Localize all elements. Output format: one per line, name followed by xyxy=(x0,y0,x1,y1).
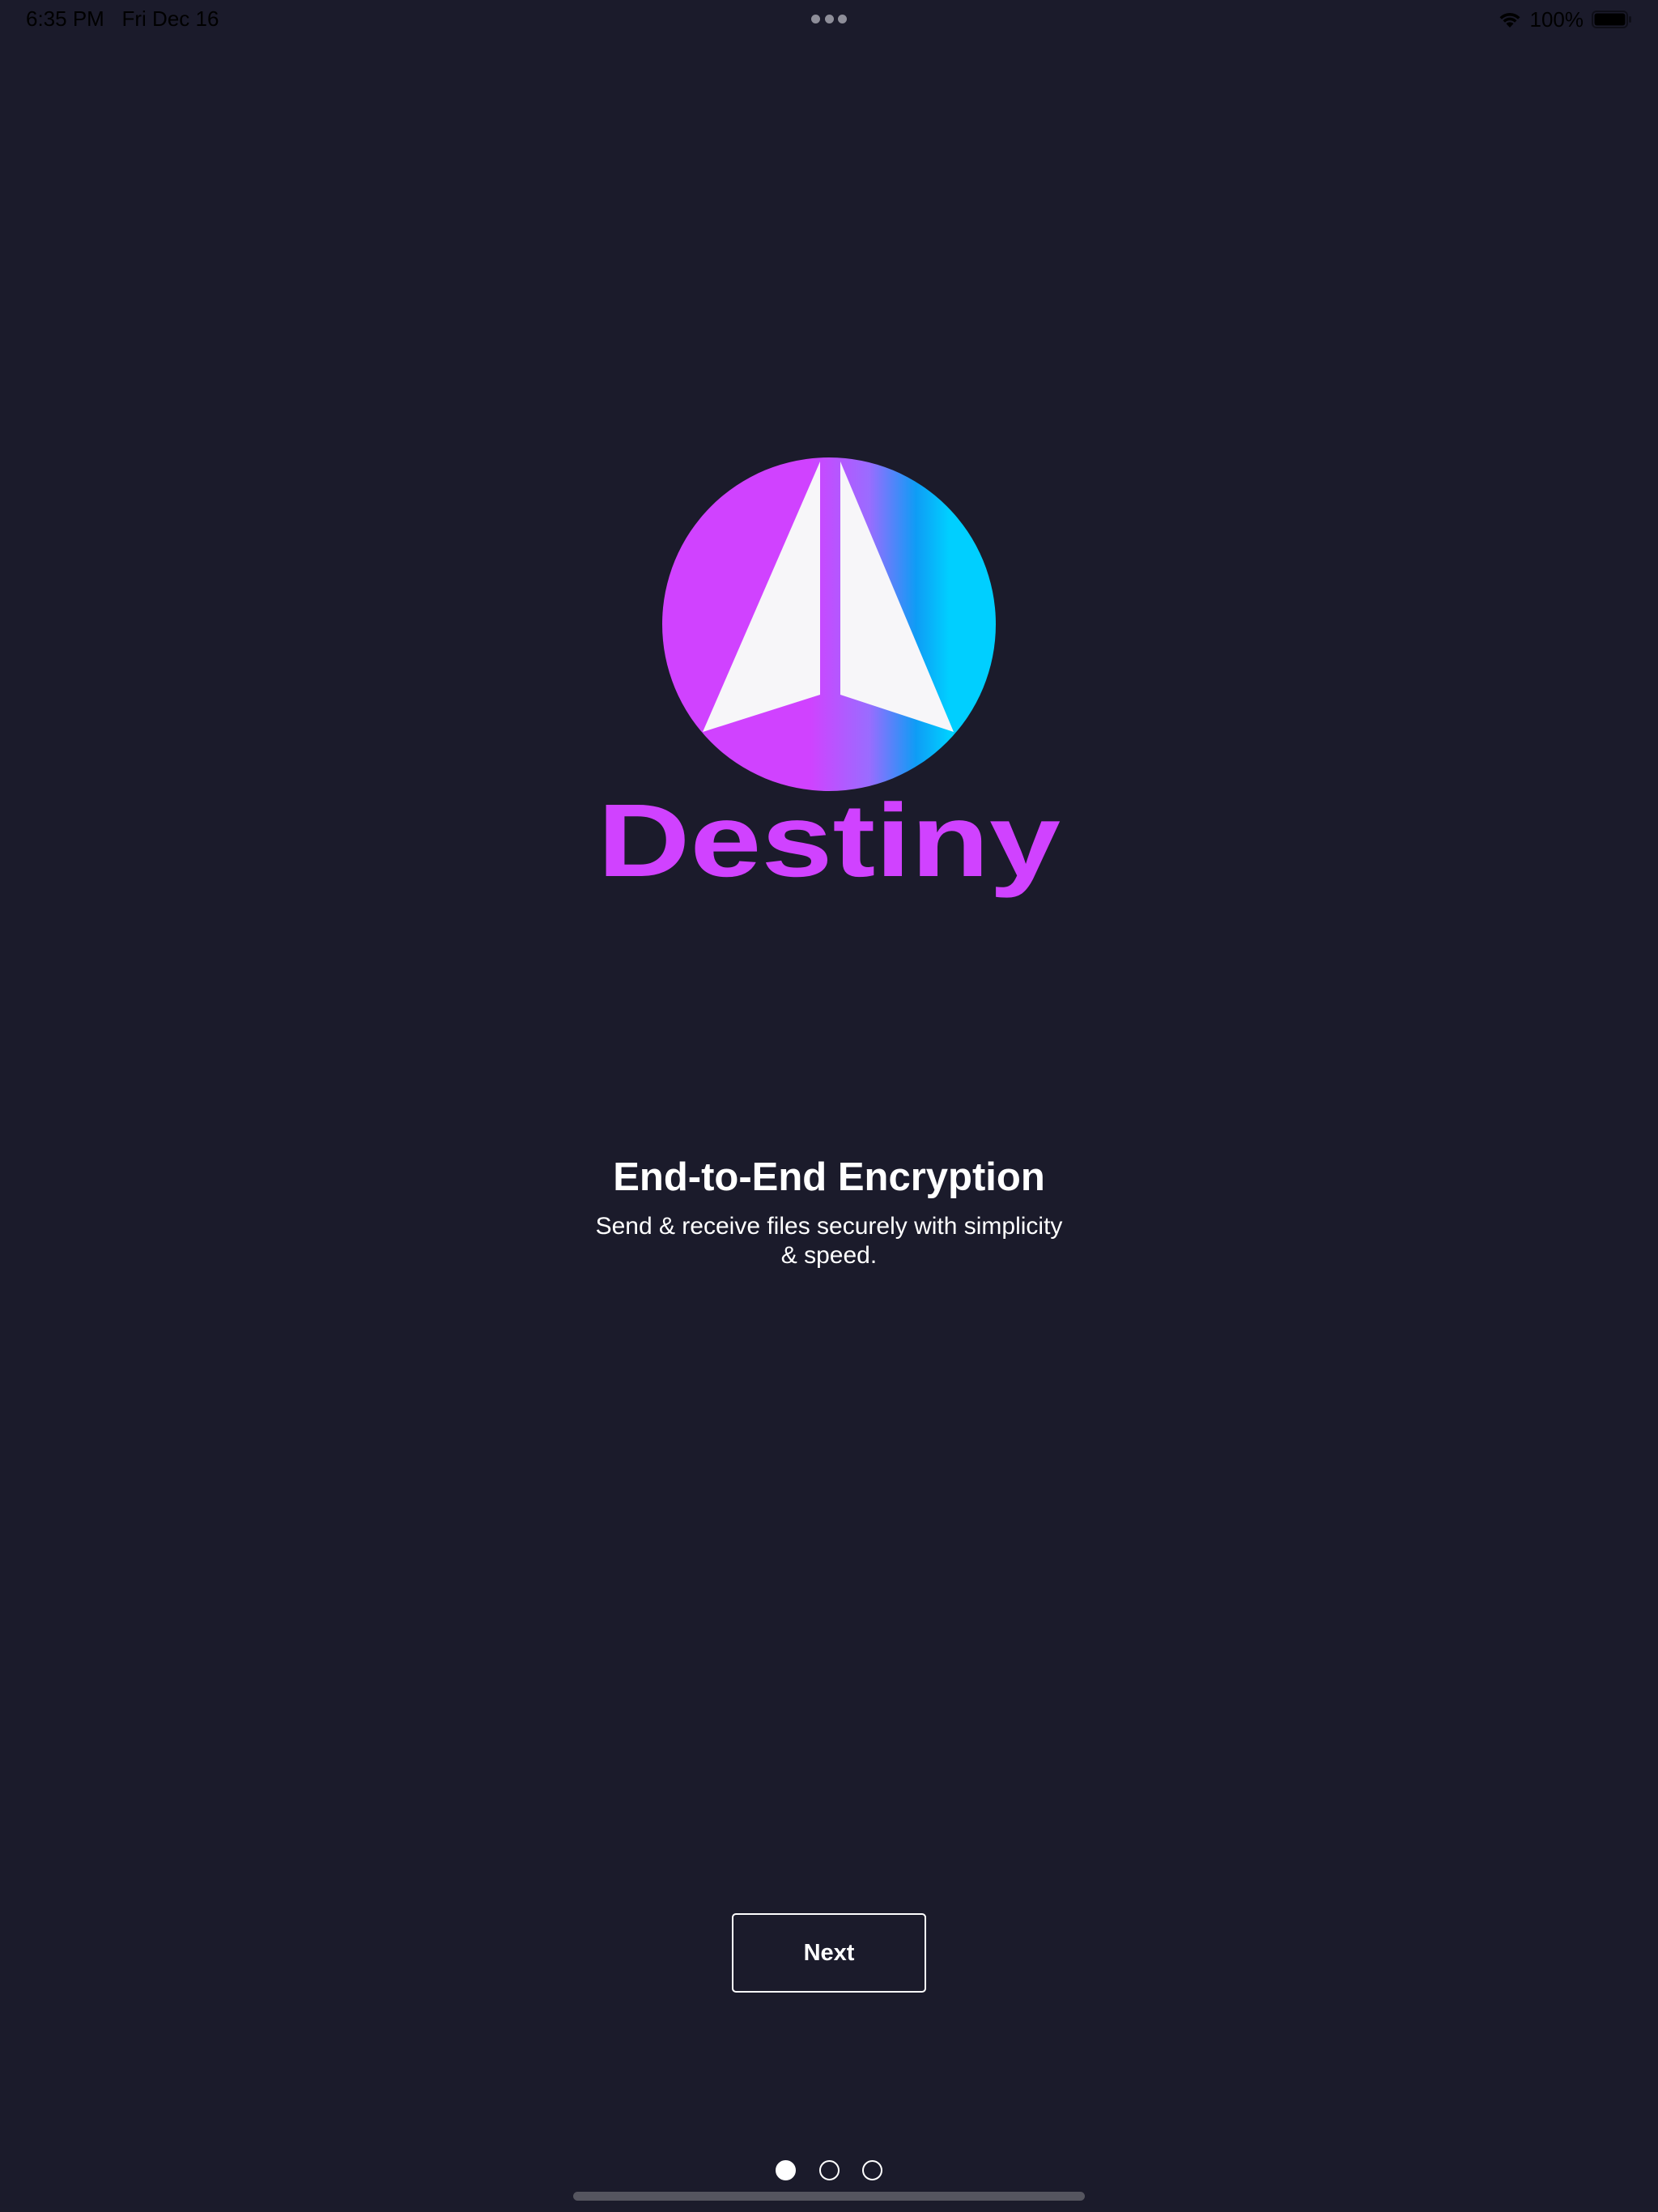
home-indicator[interactable] xyxy=(573,2192,1085,2201)
next-button[interactable]: Next xyxy=(732,1913,926,1993)
onboarding-screen: 6:35 PM Fri Dec 16 100% Destiny End-to-E… xyxy=(0,0,1658,2212)
slide-subtitle: Send & receive files securely with simpl… xyxy=(595,1213,1063,1269)
page-indicator xyxy=(776,2159,882,2181)
multitasking-dots-icon[interactable] xyxy=(811,15,847,24)
slide-title: End-to-End Encryption xyxy=(613,1155,1045,1199)
battery-percentage: 100% xyxy=(1529,6,1584,32)
battery-icon xyxy=(1592,11,1631,28)
wordmark-text: Destiny xyxy=(597,795,1061,899)
page-dot-3[interactable] xyxy=(862,2159,882,2180)
status-date: Fri Dec 16 xyxy=(121,6,219,31)
page-dot-2[interactable] xyxy=(818,2159,840,2180)
multitask-dot xyxy=(838,15,847,23)
page-dot-1[interactable] xyxy=(776,2159,796,2180)
rocket-arrow-icon xyxy=(662,457,996,791)
status-bar: 6:35 PM Fri Dec 16 100% xyxy=(0,0,1658,39)
wifi-icon xyxy=(1499,12,1520,28)
destiny-logo: Destiny xyxy=(596,455,1062,915)
status-time: 6:35 PM xyxy=(26,6,104,31)
multitask-dot xyxy=(811,15,820,23)
status-time-date: 6:35 PM Fri Dec 16 xyxy=(26,6,219,32)
status-indicators: 100% xyxy=(1498,6,1633,32)
multitask-dot xyxy=(824,15,834,23)
destiny-wordmark: Destiny xyxy=(597,795,1061,899)
